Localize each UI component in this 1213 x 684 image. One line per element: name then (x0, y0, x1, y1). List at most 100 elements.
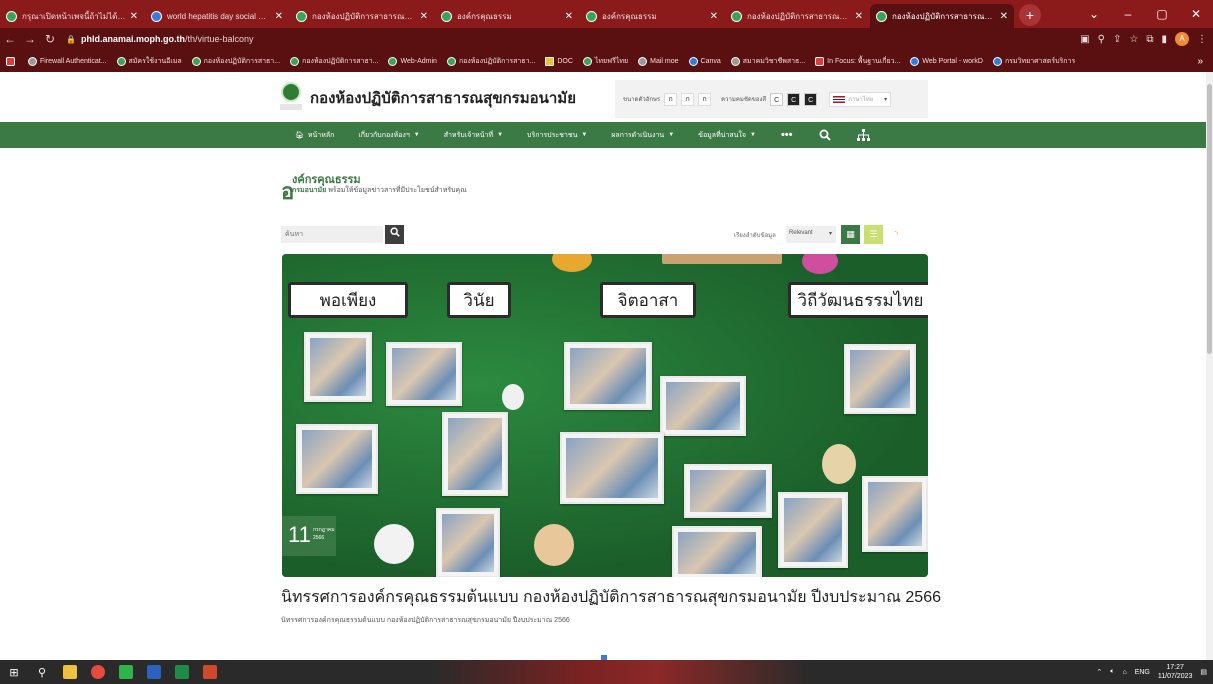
close-window-button[interactable]: ✕ (1179, 7, 1213, 21)
speaker-icon[interactable]: 🔈︎ (1110, 668, 1114, 676)
featured-image[interactable]: พอเพียง วินัย จิตอาสา วิถีวัฒนธรรมไทย 11… (282, 254, 928, 577)
network-icon[interactable]: ⌂ (1122, 669, 1126, 676)
browser-tab[interactable]: กองห้องปฏิบัติการสาธารณสุขกรม ✕ (290, 4, 434, 28)
bookmark-item[interactable]: Web Portal - workD (910, 56, 983, 66)
font-size-medium-button[interactable]: ก (681, 92, 695, 106)
site-favicon-icon (876, 10, 887, 22)
word-icon[interactable] (140, 660, 168, 684)
browser-tab[interactable]: กรุณาเปิดหน้าเพจนี้ถ้าไม่ได้รับ ✕ (0, 4, 144, 28)
reload-icon[interactable]: ↻ (40, 32, 60, 46)
search-icon[interactable]: ⚲ (28, 660, 56, 684)
bookmark-label: Mail moe (650, 57, 679, 65)
nav-home[interactable]: 🏠︎ หน้าหลัก (283, 122, 346, 148)
browser-menu-icon[interactable]: ⋮ (1197, 34, 1207, 45)
chrome-icon[interactable] (84, 660, 112, 684)
site-title[interactable]: กองห้องปฏิบัติการสาธารณสุขกรมอนามัย (310, 86, 576, 110)
nav-label: เกี่ยวกับกองห้องฯ (358, 131, 410, 139)
close-tab-icon[interactable]: ✕ (710, 11, 718, 22)
close-tab-icon[interactable]: ✕ (565, 11, 573, 22)
sitemap-icon[interactable] (844, 122, 883, 148)
profile-avatar[interactable]: A (1175, 32, 1189, 46)
department-logo-icon[interactable] (280, 82, 302, 112)
nav-staff[interactable]: สำหรับเจ้าหน้าที่ ▼ (432, 122, 515, 148)
search-input[interactable] (281, 226, 383, 243)
bookmark-item[interactable]: In Focus: พื้นฐานเกี่ยว... (815, 56, 900, 67)
zoom-icon[interactable]: ⚲ (1098, 34, 1105, 45)
bookmarks-overflow-icon[interactable]: » (1197, 56, 1203, 67)
contrast-default-button[interactable]: C (770, 92, 784, 106)
minimize-button[interactable]: – (1111, 7, 1145, 21)
bookmark-item[interactable]: DOC (545, 56, 573, 66)
bookmark-item[interactable]: ไทยฟรีไทย (582, 56, 628, 67)
language-value: ภาษาไทย (848, 97, 874, 103)
nav-performance[interactable]: ผลการดำเนินงาน ▼ (599, 122, 686, 148)
search-button[interactable] (385, 225, 404, 244)
url-field[interactable]: 🔒 phld.anamai.moph.go.th/th/virtue-balco… (66, 34, 254, 44)
site-favicon-icon (441, 10, 452, 22)
bookmark-item[interactable]: กองห้องปฏิบัติการสาธา... (290, 56, 378, 67)
maximize-button[interactable]: ▢ (1145, 7, 1179, 21)
windows-start-icon[interactable]: ⊞ (0, 660, 28, 684)
close-tab-icon[interactable]: ✕ (420, 11, 428, 22)
font-size-small-button[interactable]: ก (664, 92, 678, 106)
forward-icon[interactable]: → (20, 32, 40, 46)
search-icon[interactable] (806, 122, 844, 148)
value-sign: จิตอาสา (600, 282, 696, 318)
bookmark-item[interactable]: กองห้องปฏิบัติการสาธา... (446, 56, 535, 67)
back-icon[interactable]: ← (0, 32, 20, 46)
rss-button[interactable]: ◝ (887, 225, 906, 244)
page-scrollbar[interactable] (1206, 72, 1213, 660)
bookmark-star-icon[interactable]: ☆ (1129, 34, 1138, 45)
tray-overflow-icon[interactable]: ⌃ (1096, 668, 1102, 676)
bookmark-item[interactable]: สมัครใช้งานอีเมล (116, 56, 182, 67)
clock[interactable]: 17:27 11/07/2023 (1158, 663, 1193, 681)
nav-public-services[interactable]: บริการประชาชน ▼ (515, 122, 599, 148)
new-tab-button[interactable]: + (1019, 4, 1041, 26)
lock-icon[interactable]: 🔒 (66, 35, 76, 44)
font-size-large-button[interactable]: ก (698, 92, 712, 106)
post-title-link[interactable]: นิทรรศการองค์กรคุณธรรมต้นแบบ กองห้องปฏิบ… (281, 585, 941, 610)
address-bar: ← → ↻ 🔒 phld.anamai.moph.go.th/th/virtue… (0, 28, 1213, 50)
browser-tab[interactable]: world hepatitis day social med ✕ (145, 4, 289, 28)
bookmark-item[interactable]: สมาคมวิชาชีพสาธ... (730, 56, 805, 67)
contrast-dark-button[interactable]: C (787, 92, 801, 106)
close-tab-icon[interactable]: ✕ (130, 11, 138, 22)
tab-search-icon[interactable]: ⌄ (1077, 7, 1111, 21)
nav-interesting-info[interactable]: ข้อมูลที่น่าสนใจ ▼ (686, 122, 768, 148)
nav-label: หน้าหลัก (307, 131, 335, 139)
bookmark-item[interactable]: กองห้องปฏิบัติการสาธา... (191, 56, 280, 67)
nav-about[interactable]: เกี่ยวกับกองห้องฯ ▼ (346, 122, 431, 148)
list-view-button[interactable]: ☰ (864, 225, 883, 244)
more-menu-icon[interactable]: ••• (768, 122, 806, 148)
bookmark-item[interactable]: Firewall Authenticat... (28, 56, 107, 66)
share-icon[interactable]: ⇪ (1113, 34, 1121, 45)
browser-tab[interactable]: กองห้องปฏิบัติการสาธารณสุขกรม ✕ (725, 4, 869, 28)
bookmark-item[interactable]: Mail moe (638, 56, 679, 66)
browser-tab-active[interactable]: กองห้องปฏิบัติการสาธารณสุขกรม ✕ (870, 4, 1014, 28)
close-tab-icon[interactable]: ✕ (855, 11, 863, 22)
bookmark-item[interactable]: กรมวิทยาศาสตร์บริการ (992, 56, 1075, 67)
bookmark-favicon-icon (191, 56, 201, 66)
bookmark-item[interactable]: Web-Admin (388, 56, 437, 66)
file-explorer-icon[interactable] (56, 660, 84, 684)
extensions-icon[interactable]: ⧉ (1146, 34, 1153, 45)
sort-select[interactable]: Relevant ▾ (786, 226, 836, 243)
browser-tab[interactable]: องค์กรคุณธรรม ✕ (435, 4, 579, 28)
notification-icon[interactable]: ▤ (1200, 668, 1207, 676)
input-language[interactable]: ENG (1135, 669, 1150, 676)
line-app-icon[interactable] (112, 660, 140, 684)
contrast-high-button[interactable]: C (804, 92, 818, 106)
bookmark-item[interactable] (6, 56, 18, 66)
translate-icon[interactable]: ▣ (1080, 34, 1089, 45)
language-select[interactable]: ภาษาไทย ▾ (829, 91, 892, 107)
sidepanel-icon[interactable]: ▮ (1161, 34, 1167, 45)
excel-icon[interactable] (168, 660, 196, 684)
close-tab-icon[interactable]: ✕ (1000, 11, 1008, 22)
close-tab-icon[interactable]: ✕ (275, 11, 283, 22)
grid-view-button[interactable]: ▦ (841, 225, 860, 244)
browser-tab[interactable]: องค์กรคุณธรรม ✕ (580, 4, 724, 28)
scrollbar-thumb[interactable] (1207, 84, 1212, 354)
bookmark-favicon-icon (116, 56, 126, 66)
bookmark-item[interactable]: Canva (688, 56, 721, 66)
powerpoint-icon[interactable] (196, 660, 224, 684)
